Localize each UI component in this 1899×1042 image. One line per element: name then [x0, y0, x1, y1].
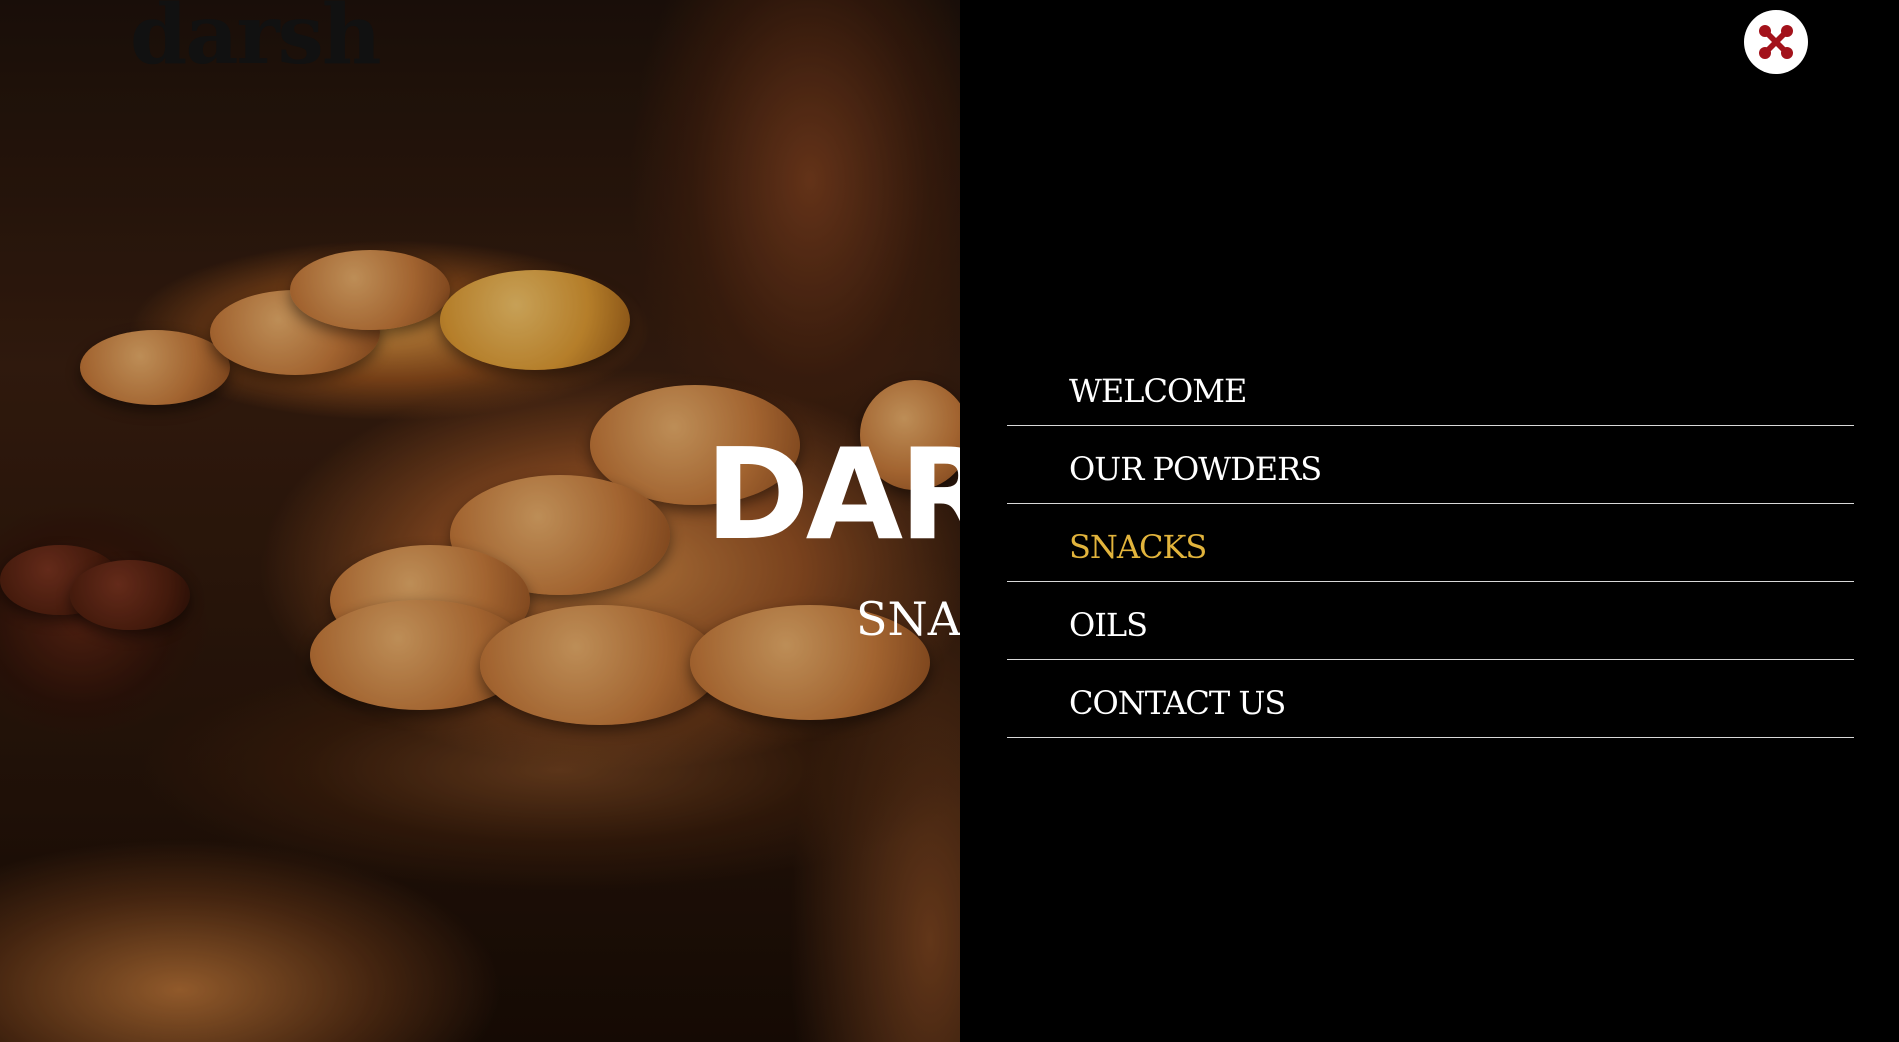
close-icon	[1759, 25, 1793, 59]
hero-subtitle: SNA	[856, 592, 960, 646]
nav-item-welcome[interactable]: WELCOME	[1007, 348, 1854, 426]
nav-item-contact-us[interactable]: CONTACT US	[1007, 660, 1854, 738]
nav-item-label: WELCOME	[1069, 371, 1247, 410]
nav-item-snacks[interactable]: SNACKS	[1007, 504, 1854, 582]
brand-logo[interactable]: darsh	[130, 0, 381, 76]
hero-title: DAR	[705, 421, 960, 568]
hero-background-image: darsh DAR SNA	[0, 0, 960, 1042]
nav-item-label: OILS	[1069, 605, 1148, 644]
nav-item-oils[interactable]: OILS	[1007, 582, 1854, 660]
nav-menu: WELCOME OUR POWDERS SNACKS OILS CONTACT …	[1007, 348, 1854, 738]
page: darsh DAR SNA WELCOME OUR POWDERS SNACKS	[0, 0, 1899, 1042]
nav-item-label: CONTACT US	[1069, 683, 1286, 722]
nav-item-our-powders[interactable]: OUR POWDERS	[1007, 426, 1854, 504]
nav-item-label: SNACKS	[1069, 527, 1207, 566]
nav-item-label: OUR POWDERS	[1069, 449, 1322, 488]
close-menu-button[interactable]	[1744, 10, 1808, 74]
